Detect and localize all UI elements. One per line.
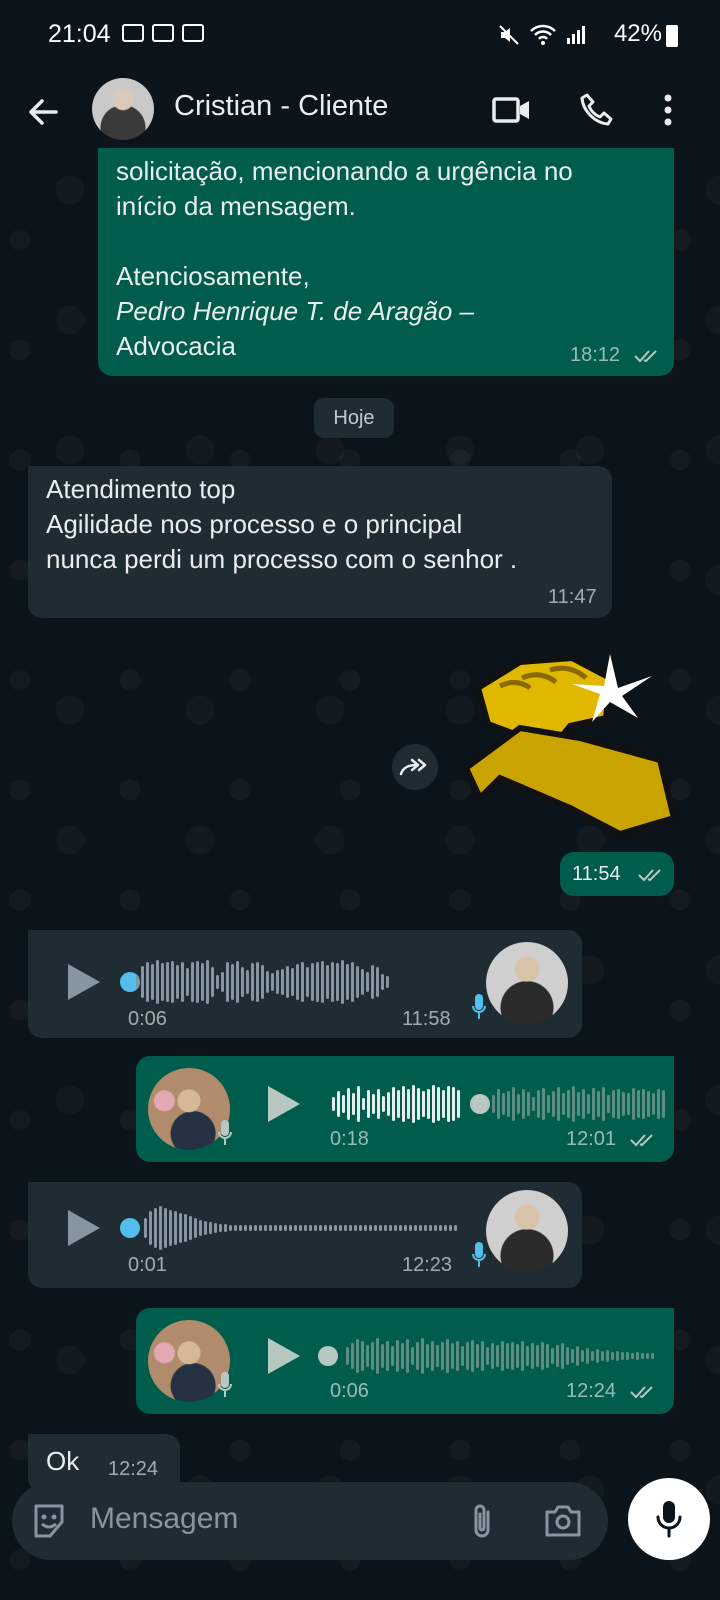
- contact-avatar[interactable]: [92, 78, 154, 140]
- voice-duration: 0:06: [128, 1008, 167, 1030]
- voicemail-icon: [152, 24, 174, 42]
- mute-icon: [499, 25, 519, 45]
- handshake-sticker[interactable]: [460, 648, 684, 844]
- chat-header: Cristian - Cliente: [0, 72, 720, 156]
- voice-message-outgoing[interactable]: 0:18 12:01: [136, 1056, 674, 1162]
- forward-button[interactable]: [392, 744, 438, 790]
- video-call-button[interactable]: [490, 88, 534, 132]
- message-time: 12:01: [566, 1128, 617, 1150]
- message-time: 11:58: [402, 1008, 451, 1030]
- voicemail-icon: [182, 24, 204, 42]
- message-input-bar: Mensagem: [12, 1482, 608, 1560]
- voice-call-button[interactable]: [574, 88, 618, 132]
- sender-avatar: [486, 1190, 568, 1272]
- play-button[interactable]: [268, 1086, 300, 1122]
- attach-icon[interactable]: [468, 1502, 496, 1542]
- more-options-button[interactable]: [646, 88, 690, 132]
- message-time: 11:54: [572, 863, 621, 885]
- message-bubble-outgoing[interactable]: solicitação, mencionando a urgência no i…: [98, 148, 674, 376]
- message-text: Agilidade nos processo e o principal: [46, 509, 463, 539]
- message-time: 12:24: [108, 1458, 159, 1480]
- mic-icon: [218, 1120, 232, 1145]
- back-button[interactable]: [24, 92, 64, 132]
- sender-avatar: [486, 942, 568, 1024]
- message-text: Ok: [46, 1446, 80, 1476]
- video-call-icon: [492, 97, 529, 123]
- playback-position[interactable]: [470, 1094, 490, 1114]
- contact-name[interactable]: Cristian - Cliente: [174, 90, 388, 123]
- message-time: 11:47: [548, 586, 597, 608]
- waveform-unplayed[interactable]: [492, 1082, 665, 1126]
- voice-duration: 0:06: [330, 1380, 369, 1402]
- status-bar: 21:04 42%: [0, 0, 720, 72]
- play-button[interactable]: [68, 1210, 100, 1246]
- read-ticks-icon: [634, 350, 657, 363]
- wifi-icon: [530, 24, 556, 45]
- message-bubble-incoming[interactable]: Atendimento top Agilidade nos processo e…: [28, 466, 612, 618]
- mic-icon: [218, 1372, 232, 1397]
- play-button[interactable]: [68, 964, 100, 1000]
- message-time: 12:24: [566, 1380, 617, 1402]
- message-time: 12:23: [402, 1254, 453, 1276]
- sticker-icon[interactable]: [30, 1502, 68, 1540]
- message-text: início da mensagem.: [116, 191, 356, 221]
- message-text: solicitação, mencionando a urgência no: [116, 156, 573, 186]
- record-voice-button[interactable]: [628, 1478, 710, 1560]
- read-ticks-icon: [638, 869, 661, 882]
- voice-duration: 0:01: [128, 1254, 167, 1276]
- battery-percent: 42%: [613, 20, 662, 47]
- sticker-time-chip: 11:54: [560, 852, 674, 896]
- message-text: nunca perdi um processo com o senhor .: [46, 544, 518, 574]
- playback-position[interactable]: [318, 1346, 338, 1366]
- message-time: 18:12: [570, 344, 621, 366]
- playback-position[interactable]: [120, 1218, 140, 1238]
- waveform[interactable]: [136, 960, 389, 1004]
- status-time: 21:04: [48, 20, 111, 48]
- message-text: Atenciosamente,: [116, 261, 310, 291]
- signal-icon: [567, 26, 585, 44]
- waveform[interactable]: [332, 1082, 460, 1126]
- waveform-unplayed[interactable]: [346, 1334, 654, 1378]
- notification-icons: [122, 24, 204, 42]
- mic-icon: [472, 1242, 486, 1267]
- mic-icon: [472, 994, 486, 1019]
- voice-message-incoming[interactable]: 0:01 12:23: [28, 1182, 582, 1288]
- message-text: Advocacia: [116, 331, 236, 361]
- system-icons: [498, 24, 586, 46]
- gallery-notification-icon: [122, 24, 144, 42]
- back-arrow-icon: [29, 99, 58, 125]
- message-text-italic: Pedro Henrique T. de Aragão –: [116, 296, 474, 326]
- battery-icon: [666, 25, 678, 47]
- voice-duration: 0:18: [330, 1128, 369, 1150]
- message-input[interactable]: Mensagem: [90, 1502, 238, 1536]
- camera-icon[interactable]: [544, 1504, 582, 1538]
- mic-icon: [656, 1501, 682, 1538]
- play-button[interactable]: [268, 1338, 300, 1374]
- date-separator: Hoje: [314, 398, 394, 438]
- message-text: Atendimento top: [46, 474, 236, 504]
- phone-icon: [580, 93, 613, 126]
- voice-message-incoming[interactable]: 0:06 11:58: [28, 930, 582, 1038]
- voice-message-outgoing[interactable]: 0:06 12:24: [136, 1308, 674, 1414]
- read-ticks-icon: [630, 1134, 653, 1147]
- forward-icon: [399, 758, 427, 776]
- read-ticks-icon: [630, 1386, 653, 1399]
- more-icon: [664, 94, 672, 126]
- waveform[interactable]: [144, 1206, 457, 1250]
